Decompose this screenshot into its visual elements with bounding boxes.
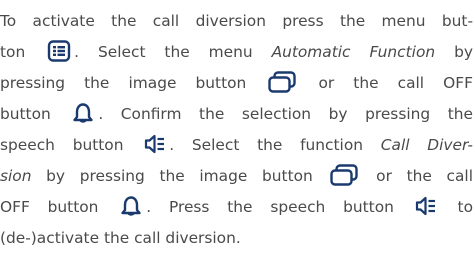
text-line-8: (de-)activate the call diversion. bbox=[0, 223, 473, 254]
text-line-7: OFF button . Press the speech button to bbox=[0, 192, 473, 223]
speech-button-icon bbox=[144, 133, 166, 155]
text-segment: . Press the speech button bbox=[146, 198, 394, 216]
text-segment: OFF button bbox=[0, 198, 99, 216]
speech-button-icon bbox=[415, 195, 437, 217]
image-button-icon bbox=[330, 164, 359, 186]
text-line-6: sion by pressing the image button or the… bbox=[0, 161, 473, 192]
text-segment: pressing the image button bbox=[0, 74, 247, 92]
call-off-bell-icon bbox=[71, 102, 95, 124]
text-segment: ton bbox=[0, 43, 26, 61]
text-line-1: To activate the call diversion press the… bbox=[0, 6, 473, 37]
text-line-4: button . Confirm the selection by pressi… bbox=[0, 99, 473, 130]
call-off-bell-icon bbox=[119, 195, 143, 217]
function-name-text: Call Diver- bbox=[380, 136, 473, 154]
text-segment: speech button bbox=[0, 136, 124, 154]
text-segment: (de-)activate the call diversion. bbox=[0, 229, 241, 247]
text-segment: by bbox=[454, 43, 473, 61]
text-segment: . Select the menu bbox=[74, 43, 253, 61]
text-segment: To activate the call diversion press the… bbox=[0, 12, 473, 30]
text-line-5: speech button . Select the function Call… bbox=[0, 130, 473, 161]
text-segment: or the call bbox=[376, 167, 473, 185]
function-name-text: sion bbox=[0, 167, 32, 185]
instruction-paragraph: To activate the call diversion press the… bbox=[0, 0, 475, 252]
text-line-2: ton . Select the menu Automatic Function… bbox=[0, 37, 473, 68]
text-segment: by pressing the image button bbox=[46, 167, 313, 185]
menu-name-text: Automatic Function bbox=[271, 43, 436, 61]
image-button-icon bbox=[268, 71, 297, 93]
text-line-3: pressing the image button or the call OF… bbox=[0, 68, 473, 99]
text-segment: to bbox=[457, 198, 473, 216]
text-segment: . Confirm the selection by pressing the bbox=[98, 105, 473, 123]
menu-list-icon bbox=[47, 40, 71, 62]
text-segment: or the call OFF bbox=[318, 74, 473, 92]
text-segment: button bbox=[0, 105, 51, 123]
text-segment: . Select the function bbox=[169, 136, 363, 154]
